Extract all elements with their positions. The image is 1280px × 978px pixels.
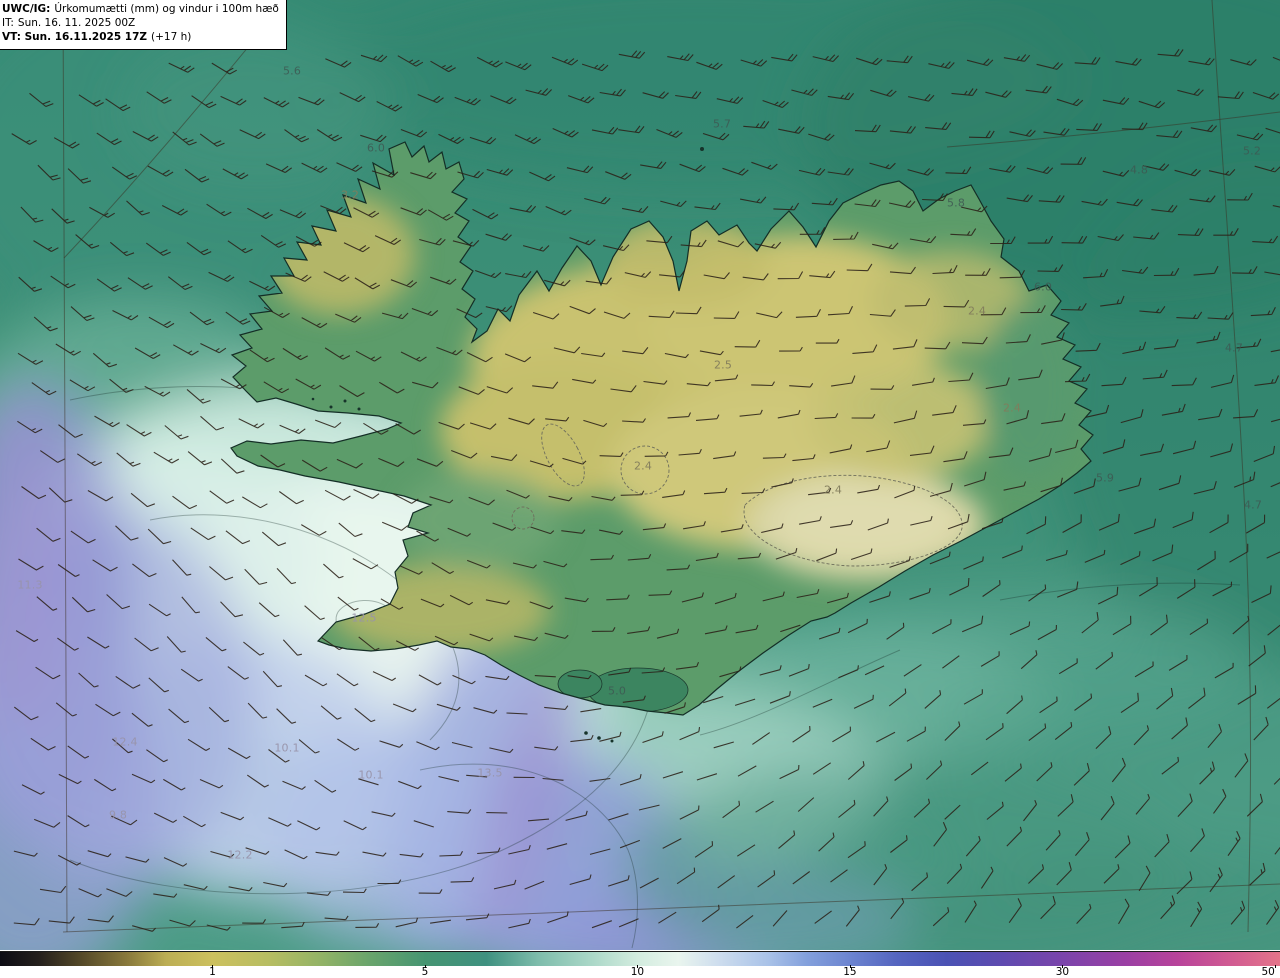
title-line-init: IT: Sun. 16. 11. 2025 00Z [2,17,279,31]
title-box: UWC/IG: Úrkomumætti (mm) og vindur i 100m… [0,0,287,50]
init-value: Sun. 16. 11. 2025 00Z [17,16,136,29]
title-line-product: UWC/IG: Úrkomumætti (mm) og vindur i 100m… [2,3,279,17]
product-title: Úrkomumætti (mm) og vindur i 100m hæð [54,3,279,15]
colorbar-tick-label: 15 [843,966,857,978]
colorbar-tick-label: 10 [630,966,645,978]
init-label: IT: [2,16,14,29]
colorbar-tick-label: 30 [1055,966,1070,978]
colorbar-tick-label: 1 [209,966,216,978]
forecast-map: 5.6 6.0 3.2 5.7 5.8 4.8 5.2 6.0 2.4 4.7 2.5 2.4 2.4 2… [0,0,1280,950]
valid-value: VT: Sun. 16.11.2025 17Z [2,30,148,43]
colorbar: 1 5 10 15 30 50 [0,950,1280,978]
colorbar-tick-label: 50 [1261,966,1275,978]
colorbar-ticks: 1 5 10 15 30 50 [0,950,1280,978]
colorbar-tick-label: 5 [421,966,429,978]
wind-barbs-layer [11,48,1280,932]
title-line-valid: VT: Sun. 16.11.2025 17Z (+17 h) [2,31,279,45]
model-label: UWC/IG: [2,3,51,15]
colorbar-tick [1274,965,1276,968]
wind-barbs [11,48,1280,932]
forecast-chart-page: 5.6 6.0 3.2 5.7 5.8 4.8 5.2 6.0 2.4 4.7 2.5 2.4 2.4 2… [0,0,1280,978]
valid-offset: (+17 h) [151,30,192,43]
